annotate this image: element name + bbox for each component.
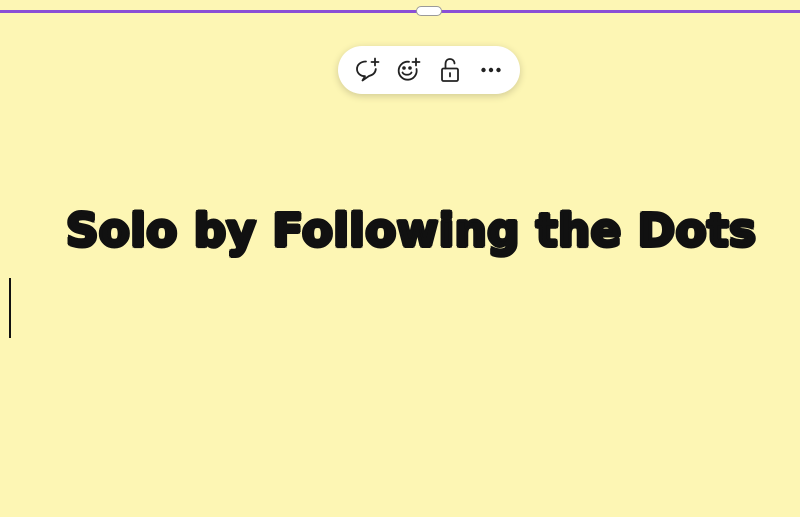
add-comment-button[interactable]: [349, 52, 385, 88]
unlock-button[interactable]: [432, 52, 468, 88]
more-options-button[interactable]: [473, 52, 509, 88]
more-options-icon: [481, 67, 501, 73]
selection-border: [0, 10, 800, 13]
add-reaction-icon: [398, 57, 421, 81]
text-cursor: [9, 278, 11, 338]
add-reaction-button[interactable]: [390, 52, 426, 88]
resize-handle[interactable]: [416, 6, 442, 16]
add-comment-icon: [355, 57, 380, 82]
floating-toolbar: [338, 46, 520, 94]
unlock-icon: [440, 58, 459, 82]
sticky-note-text[interactable]: Solo by Following the Dots: [65, 203, 786, 259]
